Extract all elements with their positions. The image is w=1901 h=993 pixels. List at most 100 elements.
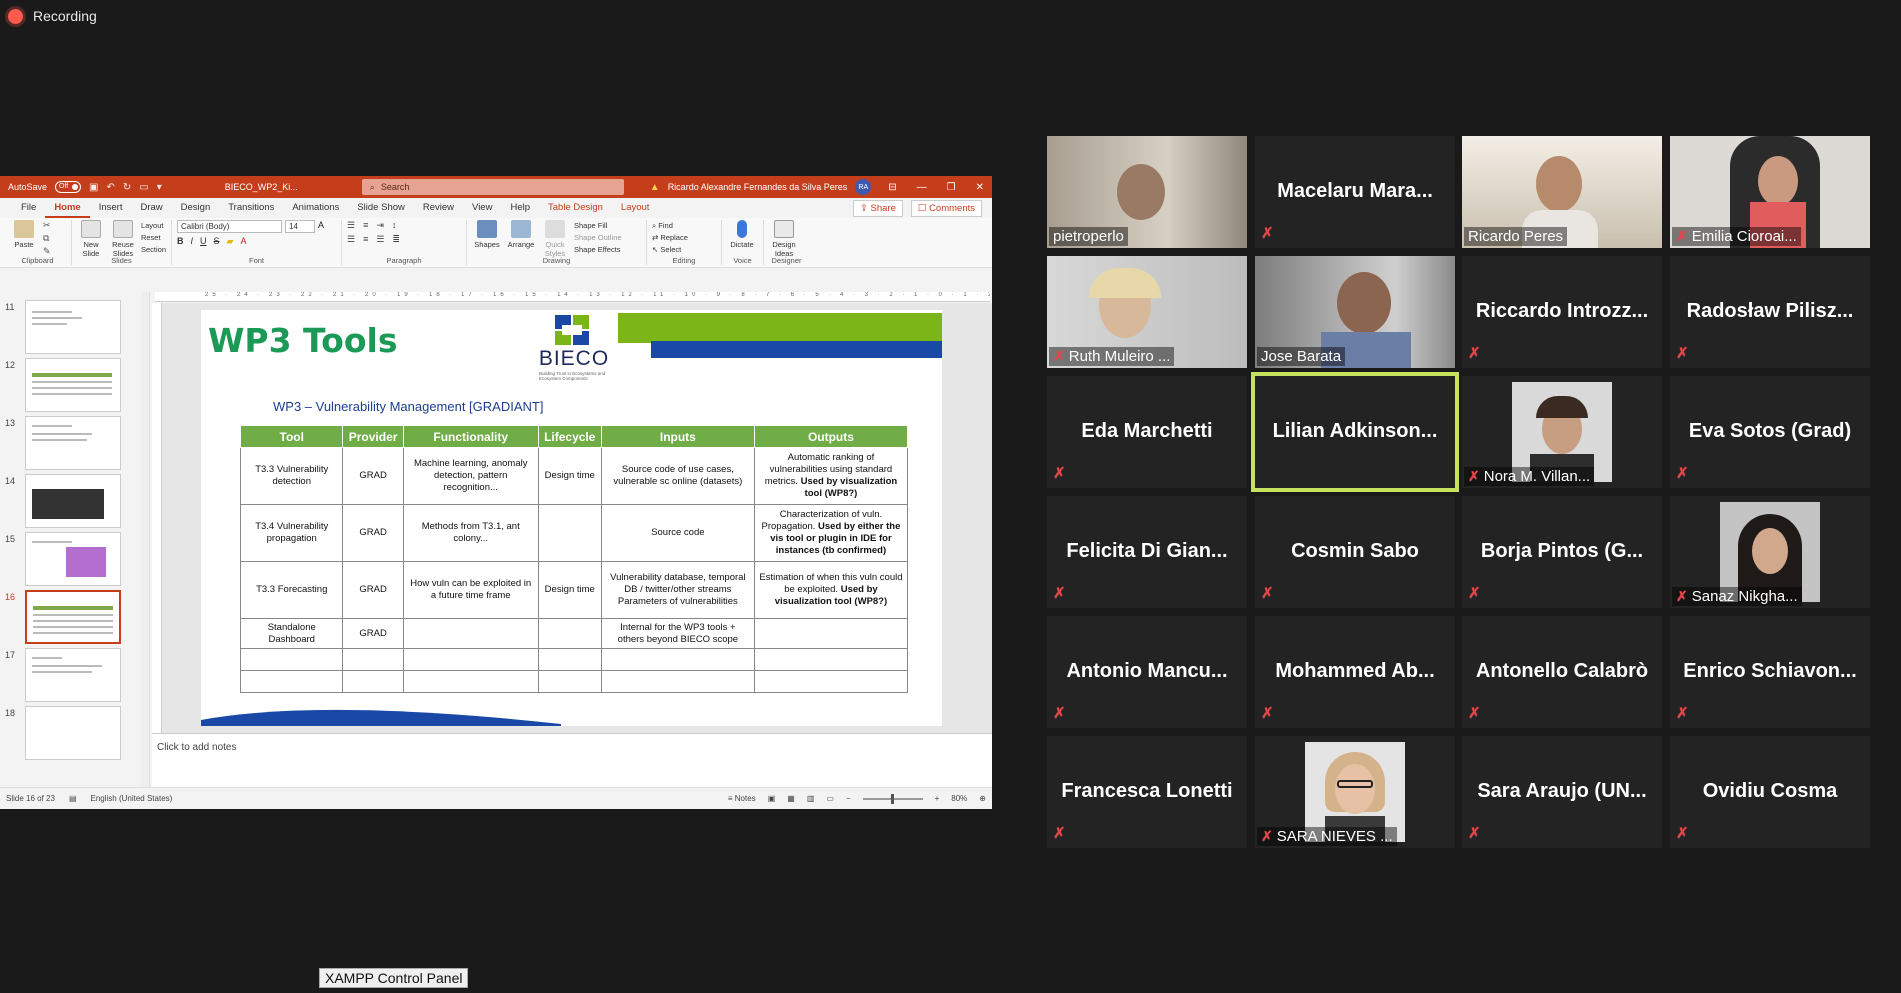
- thumbnail-slide[interactable]: 12: [0, 358, 149, 420]
- grow-font-icon[interactable]: A: [318, 220, 324, 233]
- thumbnail-slide[interactable]: 18: [0, 706, 149, 768]
- find-button[interactable]: ⌕ Find: [652, 220, 673, 232]
- participant-tile-active-speaker[interactable]: Lilian Adkinson...: [1251, 372, 1459, 492]
- quick-styles-button[interactable]: Quick Styles: [540, 220, 570, 258]
- participant-tile[interactable]: Francesca Lonetti ✗: [1047, 736, 1247, 848]
- participant-tile[interactable]: Antonio Mancu... ✗: [1047, 616, 1247, 728]
- restore-icon[interactable]: ❐: [947, 182, 956, 193]
- participant-tile[interactable]: Radosław Pilisz... ✗: [1670, 256, 1870, 368]
- tab-animations[interactable]: Animations: [283, 198, 348, 218]
- participant-tile[interactable]: Borja Pintos (G... ✗: [1462, 496, 1662, 608]
- minimize-icon[interactable]: —: [917, 182, 927, 193]
- search-box[interactable]: ⌕ Search: [361, 179, 624, 195]
- tools-table[interactable]: Tool Provider Functionality Lifecycle In…: [239, 425, 909, 693]
- participant-tile[interactable]: Ovidiu Cosma ✗: [1670, 736, 1870, 848]
- user-name[interactable]: Ricardo Alexandre Fernandes da Silva Per…: [668, 182, 848, 192]
- cell-empty[interactable]: [239, 670, 344, 693]
- cell-inputs[interactable]: Internal for the WP3 tools + others beyo…: [600, 618, 755, 649]
- dictate-button[interactable]: Dictate: [727, 220, 757, 249]
- notes-pane[interactable]: Click to add notes: [152, 733, 992, 787]
- slide-thumbnails-pane[interactable]: 11 12 13 14 15 16 17 18: [0, 292, 150, 787]
- strikethrough-icon[interactable]: S: [214, 236, 220, 247]
- cell-empty[interactable]: [537, 670, 602, 693]
- user-avatar[interactable]: RA: [855, 179, 872, 195]
- zoom-in-icon[interactable]: +: [935, 794, 940, 803]
- participant-tile[interactable]: ✗ Ruth Muleiro ...: [1047, 256, 1247, 368]
- cell-tool[interactable]: T3.4 Vulnerability propagation: [239, 504, 344, 562]
- cell-functionality[interactable]: [402, 618, 539, 649]
- cell-lifecycle[interactable]: Design time: [537, 447, 602, 505]
- participant-tile[interactable]: pietroperlo: [1047, 136, 1247, 248]
- cell-lifecycle[interactable]: Design time: [537, 561, 602, 619]
- reset-button[interactable]: Reset: [141, 232, 166, 244]
- cell-tool[interactable]: T3.3 Vulnerability detection: [239, 447, 344, 505]
- shape-fill-button[interactable]: Shape Fill: [574, 220, 622, 232]
- shape-outline-button[interactable]: Shape Outline: [574, 232, 622, 244]
- participant-tile[interactable]: ✗ SARA NIEVES ...: [1255, 736, 1455, 848]
- paste-button[interactable]: Paste: [9, 220, 39, 249]
- cell-outputs[interactable]: Characterization of vuln. Propagation. U…: [753, 504, 909, 562]
- customize-qat-icon[interactable]: ▾: [157, 182, 162, 193]
- participant-tile[interactable]: Eda Marchetti ✗: [1047, 376, 1247, 488]
- present-icon[interactable]: ▭: [139, 182, 148, 193]
- autosave-toggle[interactable]: Off: [55, 181, 82, 193]
- font-name-select[interactable]: Calibri (Body): [177, 220, 282, 233]
- tab-help[interactable]: Help: [501, 198, 539, 218]
- slideshow-icon[interactable]: ▭: [826, 794, 834, 803]
- cell-provider[interactable]: GRAD: [342, 618, 404, 649]
- participant-tile[interactable]: ✗ Nora M. Villan...: [1462, 376, 1662, 488]
- line-spacing-icon[interactable]: ↕: [392, 220, 397, 231]
- header-tool[interactable]: Tool: [239, 425, 344, 448]
- cell-empty[interactable]: [342, 670, 404, 693]
- copy-icon[interactable]: ⧉: [43, 233, 51, 244]
- tab-view[interactable]: View: [463, 198, 501, 218]
- replace-button[interactable]: ⇄ Replace: [652, 232, 688, 244]
- header-provider[interactable]: Provider: [342, 425, 404, 448]
- cell-tool[interactable]: T3.3 Forecasting: [239, 561, 344, 619]
- font-color-icon[interactable]: A: [240, 236, 246, 247]
- cell-functionality[interactable]: How vuln can be exploited in a future ti…: [402, 561, 539, 619]
- tab-review[interactable]: Review: [414, 198, 463, 218]
- thumbnail-slide[interactable]: 11: [0, 300, 149, 362]
- participant-tile[interactable]: Macelaru Mara... ✗: [1255, 136, 1455, 248]
- participant-tile[interactable]: Antonello Calabrò ✗: [1462, 616, 1662, 728]
- underline-icon[interactable]: U: [200, 236, 207, 247]
- comments-button[interactable]: ☐ Comments: [910, 199, 982, 217]
- align-right-icon[interactable]: ☰: [376, 234, 384, 245]
- tab-draw[interactable]: Draw: [131, 198, 171, 218]
- header-functionality[interactable]: Functionality: [402, 425, 539, 448]
- tab-transitions[interactable]: Transitions: [219, 198, 283, 218]
- cell-empty[interactable]: [342, 648, 404, 671]
- warning-icon[interactable]: ▲: [650, 182, 660, 193]
- thumbnail-slide[interactable]: 15: [0, 532, 149, 594]
- ribbon-display-icon[interactable]: ⊟: [888, 182, 896, 193]
- thumbnails-scrollbar[interactable]: [141, 292, 149, 787]
- tab-insert[interactable]: Insert: [90, 198, 132, 218]
- undo-icon[interactable]: ↶: [106, 182, 114, 193]
- arrange-button[interactable]: Arrange: [506, 220, 536, 249]
- numbering-icon[interactable]: ≡: [363, 220, 368, 231]
- save-icon[interactable]: ▣: [89, 182, 98, 193]
- header-outputs[interactable]: Outputs: [753, 425, 909, 448]
- italic-icon[interactable]: I: [191, 236, 194, 247]
- redo-icon[interactable]: ↻: [123, 182, 131, 193]
- thumbnail-slide[interactable]: 14: [0, 474, 149, 536]
- tab-slide-show[interactable]: Slide Show: [348, 198, 414, 218]
- new-slide-button[interactable]: New Slide: [77, 220, 105, 258]
- indent-icon[interactable]: ⇥: [376, 220, 384, 231]
- thumbnail-slide[interactable]: 17: [0, 648, 149, 710]
- share-button[interactable]: ⇪ Share: [852, 199, 903, 217]
- cell-functionality[interactable]: Methods from T3.1, ant colony...: [402, 504, 539, 562]
- spellcheck-icon[interactable]: ▤: [69, 794, 77, 803]
- cell-outputs[interactable]: [753, 618, 909, 649]
- align-left-icon[interactable]: ☰: [347, 234, 355, 245]
- participant-tile[interactable]: Eva Sotos (Grad) ✗: [1670, 376, 1870, 488]
- cell-empty[interactable]: [537, 648, 602, 671]
- participant-tile[interactable]: Ricardo Peres: [1462, 136, 1662, 248]
- zoom-out-icon[interactable]: −: [846, 794, 851, 803]
- tab-table-design[interactable]: Table Design: [539, 198, 612, 218]
- reading-view-icon[interactable]: ▥: [807, 794, 815, 803]
- cell-empty[interactable]: [753, 670, 909, 693]
- cell-provider[interactable]: GRAD: [342, 561, 404, 619]
- shape-effects-button[interactable]: Shape Effects: [574, 244, 622, 256]
